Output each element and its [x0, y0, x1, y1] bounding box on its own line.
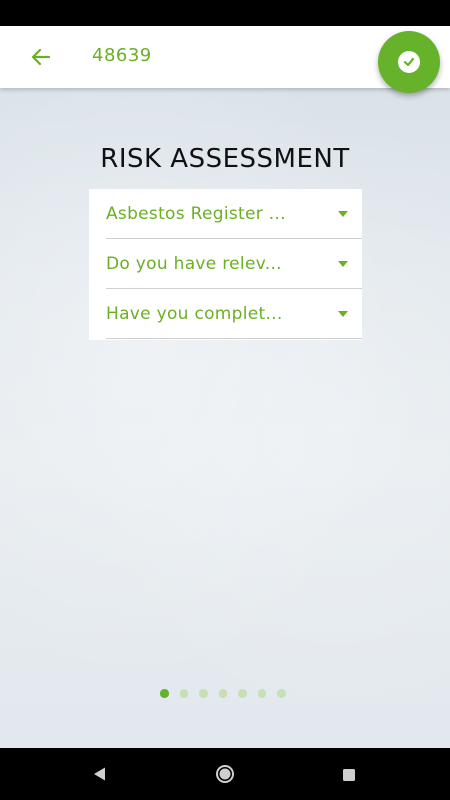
page-title: 48639	[92, 45, 152, 66]
system-nav-bar	[0, 748, 450, 800]
page-dot	[277, 689, 286, 698]
page-dot	[257, 689, 266, 698]
submit-fab-button[interactable]	[378, 31, 440, 93]
chevron-down-icon	[338, 260, 348, 267]
back-button[interactable]	[26, 42, 56, 72]
screen: 48639 RISK ASSESSMENT Asbestos Register …	[0, 26, 450, 748]
page-indicator	[160, 689, 286, 699]
questions-card: Asbestos Register ... Do you have relev.…	[89, 189, 362, 340]
nav-back-icon[interactable]	[92, 766, 108, 786]
chevron-down-icon	[338, 310, 348, 317]
page-dot	[160, 689, 169, 698]
status-bar	[0, 0, 450, 26]
dropdown-label: Do you have relev...	[106, 253, 282, 274]
dropdown-label: Asbestos Register ...	[106, 203, 286, 224]
nav-home-icon[interactable]	[215, 764, 235, 788]
page-dot	[199, 689, 208, 698]
dropdown-label: Have you complet...	[106, 303, 283, 324]
page-dot	[179, 689, 188, 698]
nav-recents-icon[interactable]	[342, 767, 356, 786]
dropdown-asbestos-register[interactable]: Asbestos Register ...	[106, 189, 362, 239]
check-circle-icon	[398, 51, 420, 73]
page-dot	[238, 689, 247, 698]
dropdown-completed[interactable]: Have you complet...	[106, 289, 362, 339]
page-dot	[218, 689, 227, 698]
arrow-left-icon	[31, 48, 51, 66]
chevron-down-icon	[338, 210, 348, 217]
section-title: RISK ASSESSMENT	[100, 144, 350, 174]
dropdown-relevant[interactable]: Do you have relev...	[106, 239, 362, 289]
